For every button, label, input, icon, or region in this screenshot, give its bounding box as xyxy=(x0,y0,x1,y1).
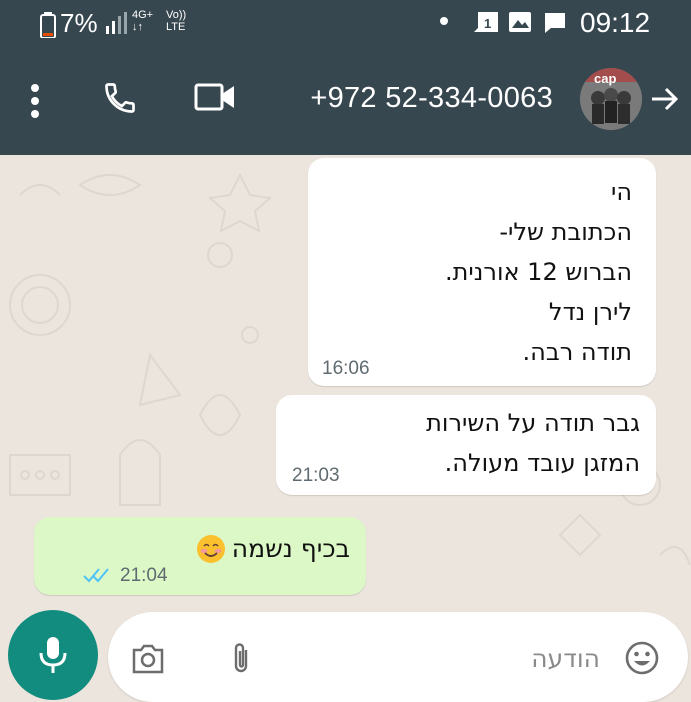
message-text: בכיף נשמה xyxy=(231,534,350,563)
mic-icon xyxy=(39,637,67,673)
message-input-box[interactable]: הודעה xyxy=(108,612,688,702)
message-bubble-outgoing[interactable]: בכיף נשמה 21:04 xyxy=(34,517,366,595)
smiling-face-icon xyxy=(196,535,225,563)
network-type: 4G+ ↓↑ xyxy=(132,9,154,33)
notification-dot-icon xyxy=(440,17,448,25)
call-icon[interactable] xyxy=(102,80,138,116)
back-arrow-icon[interactable] xyxy=(650,86,680,112)
message-line: גבר תודה על השירות xyxy=(426,409,640,437)
voice-record-button[interactable] xyxy=(8,610,98,700)
status-bar: 7% 4G+ ↓↑ Vo)) LTE 1 09:12 xyxy=(0,0,691,48)
avatar-logo-text: cap xyxy=(594,71,617,86)
message-line: תודה רבה. xyxy=(522,338,632,366)
message-notification-icon xyxy=(545,13,565,33)
more-vert-icon[interactable] xyxy=(30,84,40,118)
svg-text:1: 1 xyxy=(484,16,491,31)
gallery-notification-icon xyxy=(509,12,531,32)
signal-icon xyxy=(106,12,127,34)
avatar[interactable]: cap xyxy=(580,68,642,130)
clock: 09:12 xyxy=(580,7,651,38)
message-time: 21:04 xyxy=(120,565,168,586)
read-ticks-icon xyxy=(83,568,109,583)
message-bubble-incoming[interactable]: גבר תודה על השירות המזגן עובד מעולה. 21:… xyxy=(276,395,656,495)
attach-icon[interactable] xyxy=(230,640,252,676)
chat-header: +972 52-334-0063 cap xyxy=(0,48,691,155)
message-time: 21:03 xyxy=(292,465,340,486)
sim-notification-icon: 1 xyxy=(474,12,498,32)
battery-icon xyxy=(40,12,56,38)
message-input[interactable]: הודעה xyxy=(531,644,600,673)
message-line: לירן נדל xyxy=(548,298,632,326)
message-line: הברוש 12 אורנית. xyxy=(445,258,632,286)
message-line: הכתובת שלי- xyxy=(499,218,632,246)
message-time: 16:06 xyxy=(322,358,370,379)
message-line: המזגן עובד מעולה. xyxy=(444,449,640,477)
emoji-icon[interactable] xyxy=(624,640,660,676)
message-bubble-incoming[interactable]: הי הכתובת שלי- הברוש 12 אורנית. לירן נדל… xyxy=(308,158,656,386)
battery-percentage: 7% xyxy=(60,8,98,38)
message-line: הי xyxy=(610,178,632,206)
video-call-icon[interactable] xyxy=(194,82,236,112)
camera-icon[interactable] xyxy=(130,644,166,674)
volte-indicator: Vo)) LTE xyxy=(166,9,187,33)
contact-name[interactable]: +972 52-334-0063 xyxy=(310,82,553,115)
